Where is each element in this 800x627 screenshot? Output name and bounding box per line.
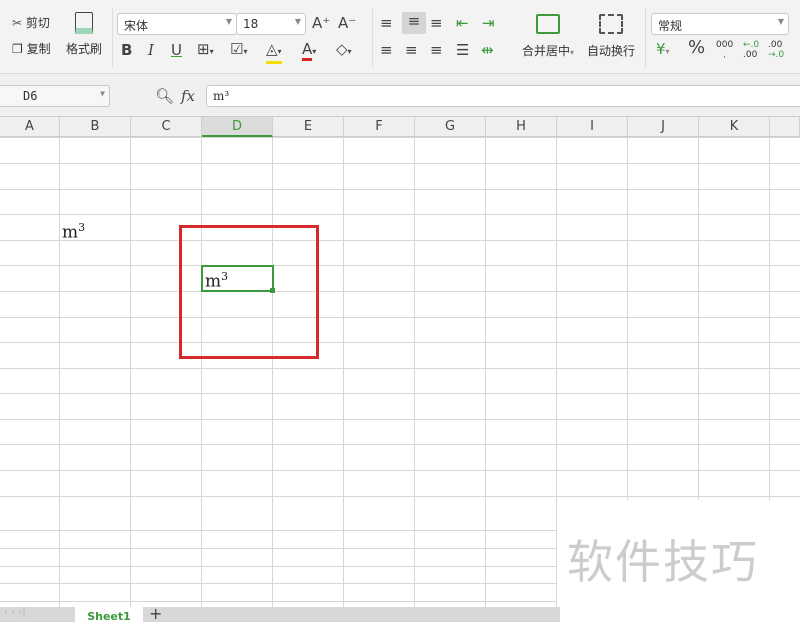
currency-icon[interactable]: ¥▾	[656, 40, 670, 61]
font-size-select[interactable]: 18 ▼	[236, 13, 306, 35]
row-line	[0, 189, 800, 190]
column-header-c[interactable]: C	[131, 117, 202, 137]
column-header-f[interactable]: F	[344, 117, 415, 137]
column-line	[698, 137, 699, 500]
column-line	[343, 137, 344, 607]
column-line	[414, 137, 415, 607]
formula-input[interactable]: m³	[206, 85, 800, 107]
fill-color-icon[interactable]: ◬▾	[266, 40, 282, 64]
copy-label: 复制	[26, 42, 51, 56]
wrap-text-button[interactable]: 自动换行	[586, 14, 636, 59]
row-line	[0, 444, 800, 445]
decrease-font-icon[interactable]: A⁻	[338, 14, 356, 32]
column-line	[769, 137, 770, 500]
column-header-b[interactable]: B	[60, 117, 131, 137]
row-line	[0, 393, 800, 394]
column-header-e[interactable]: E	[273, 117, 344, 137]
row-line	[0, 566, 557, 567]
column-header-d[interactable]: D	[202, 117, 273, 137]
column-line	[272, 137, 273, 607]
row-line	[0, 342, 800, 343]
wrap-text-label: 自动换行	[586, 44, 635, 58]
cell-b4[interactable]: m3	[62, 221, 85, 243]
indent-increase-icon[interactable]: ⇥	[482, 14, 495, 32]
column-header-k[interactable]: K	[699, 117, 770, 137]
add-sheet-button[interactable]: +	[149, 604, 162, 623]
increase-decimal-button[interactable]: ←.0.00	[743, 40, 759, 60]
column-line	[59, 137, 60, 607]
name-box[interactable]: D6 ▼	[0, 85, 110, 107]
row-line	[0, 265, 800, 266]
distribute-icon[interactable]: ⇹	[481, 41, 494, 59]
row-line	[0, 163, 800, 164]
font-name-select[interactable]: 宋体 ▼	[117, 13, 237, 35]
row-line	[0, 291, 800, 292]
decrease-decimal-button[interactable]: .00 →.0	[768, 40, 784, 60]
row-line	[0, 601, 557, 602]
align-top-icon[interactable]: ≡	[380, 14, 393, 32]
align-right-icon[interactable]: ≡	[430, 41, 443, 59]
row-line	[0, 530, 557, 531]
thousands-button[interactable]: 000,	[716, 40, 733, 60]
column-header-g[interactable]: G	[415, 117, 486, 137]
format-painter-button[interactable]: 格式刷	[64, 12, 104, 57]
copy-button[interactable]: ❐ 复制	[12, 40, 51, 57]
ribbon-toolbar: ✂ 剪切 ❐ 复制 格式刷 宋体 ▼ 18 ▼ A⁺ A⁻ B I U ⊞▾ ☑▾ …	[0, 0, 800, 74]
percent-icon[interactable]: %	[688, 39, 705, 57]
column-header-i[interactable]: I	[557, 117, 628, 137]
justify-icon[interactable]: ☰	[456, 41, 469, 59]
row-line	[0, 470, 800, 471]
column-line	[485, 137, 486, 607]
row-line	[0, 240, 800, 241]
row-line	[0, 214, 800, 215]
column-line	[627, 137, 628, 500]
wrap-icon	[599, 14, 623, 34]
column-header-filler	[770, 117, 800, 137]
number-format-select[interactable]: 常规 ▼	[651, 13, 789, 35]
column-header-a[interactable]: A	[0, 117, 60, 137]
bold-icon[interactable]: B	[121, 41, 132, 59]
align-middle-icon[interactable]: ≡	[402, 12, 426, 34]
underline-icon[interactable]: U	[171, 41, 182, 59]
copy-icon: ❐	[12, 42, 23, 56]
column-header-j[interactable]: J	[628, 117, 699, 137]
merge-icon	[536, 14, 560, 34]
column-header-h[interactable]: H	[486, 117, 557, 137]
highlight-box	[179, 225, 319, 359]
row-line	[0, 317, 800, 318]
scissors-icon: ✂	[12, 16, 23, 30]
align-left-icon[interactable]: ≡	[380, 41, 393, 59]
fx-icon[interactable]: fx	[181, 87, 195, 105]
row-line	[0, 583, 557, 584]
cell-style-icon[interactable]: ☑▾	[230, 40, 247, 61]
column-line	[130, 137, 131, 607]
row-line	[0, 548, 557, 549]
merge-center-button[interactable]: 合并居中▾	[518, 14, 578, 59]
watermark: 软件技巧	[567, 535, 759, 589]
align-center-icon[interactable]: ≡	[405, 41, 418, 59]
row-line	[0, 419, 800, 420]
row-line	[0, 368, 800, 369]
zoom-search-icon[interactable]: 🔍︎	[155, 87, 174, 105]
cut-label: 剪切	[25, 16, 50, 30]
sheet-tab-bar: ‹ › ›| Sheet1 +	[0, 604, 560, 623]
row-line	[0, 137, 800, 138]
align-bottom-icon[interactable]: ≡	[430, 14, 443, 32]
font-color-icon[interactable]: A▾	[302, 40, 316, 61]
column-line	[201, 137, 202, 607]
border-icon[interactable]: ⊞▾	[197, 40, 214, 61]
sheet-tab-sheet1[interactable]: Sheet1	[75, 607, 143, 623]
sheet-nav-arrows[interactable]: ‹ › ›|	[4, 607, 26, 618]
indent-decrease-icon[interactable]: ⇤	[456, 14, 469, 32]
eraser-icon[interactable]: ◇▾	[336, 40, 352, 61]
column-line	[556, 137, 557, 607]
increase-font-icon[interactable]: A⁺	[312, 14, 330, 32]
merge-center-label: 合并居中	[521, 44, 570, 58]
format-painter-label: 格式刷	[65, 42, 102, 56]
brush-icon	[75, 12, 93, 34]
italic-icon[interactable]: I	[148, 41, 154, 59]
cut-button[interactable]: ✂ 剪切	[12, 14, 50, 31]
row-line	[0, 496, 800, 497]
formula-bar: D6 ▼ 🔍︎ fx m³	[0, 74, 800, 117]
